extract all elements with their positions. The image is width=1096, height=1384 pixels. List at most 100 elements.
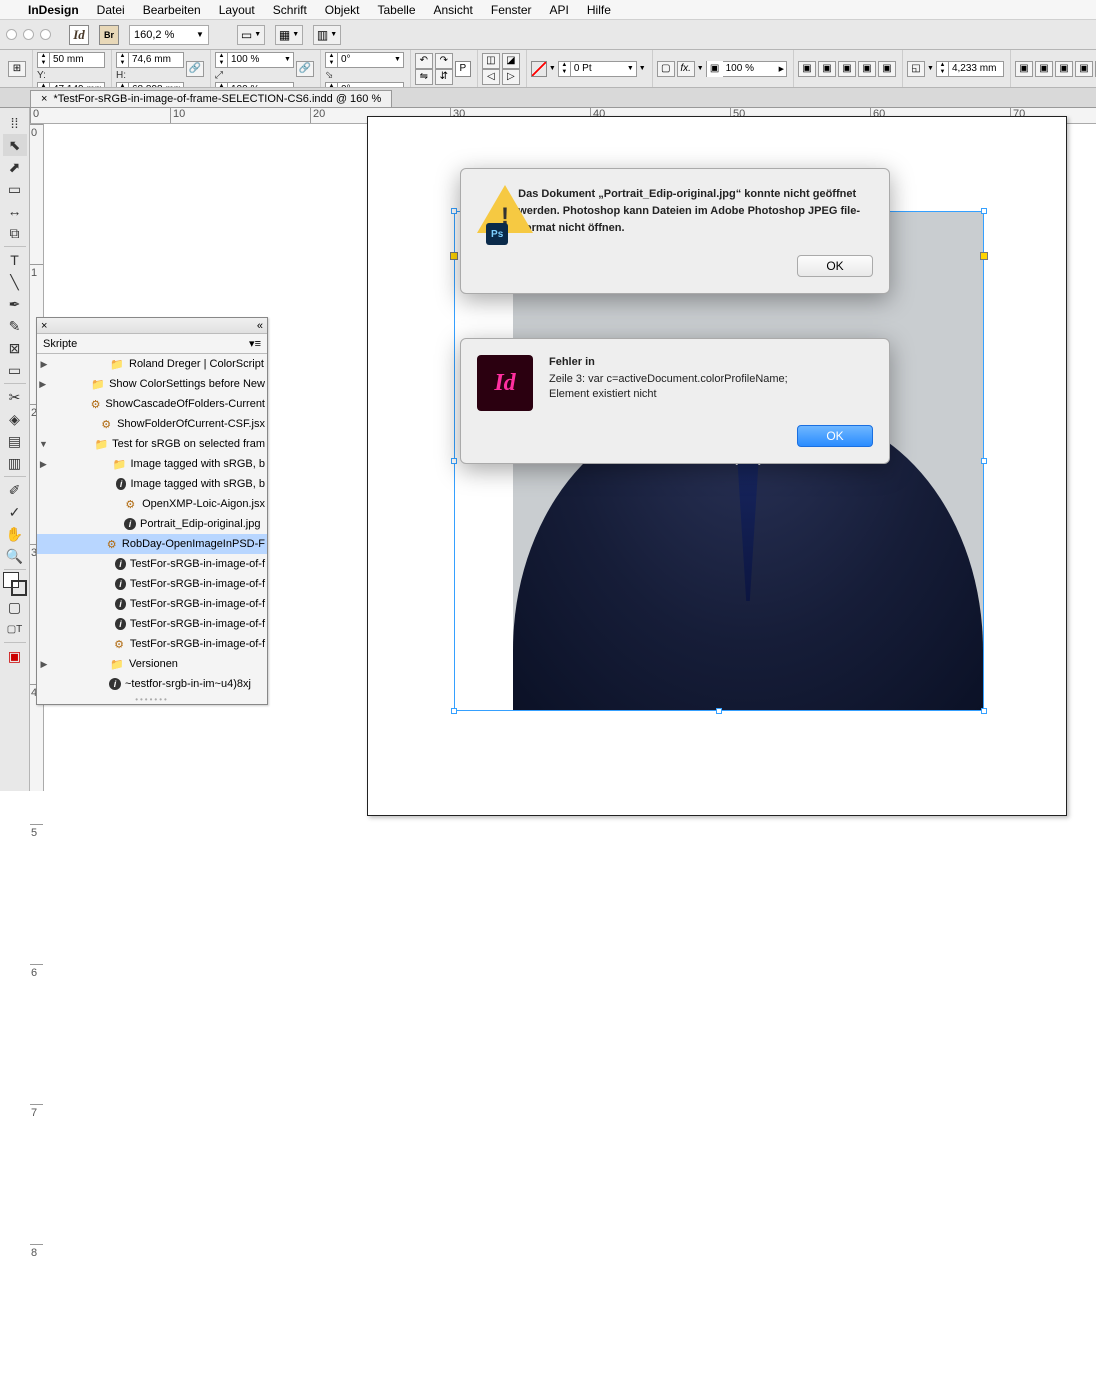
- dialog2-ok-button[interactable]: OK: [797, 425, 873, 447]
- script-row[interactable]: iTestFor-sRGB-in-image-of-f: [37, 594, 267, 614]
- format-text-button[interactable]: ▢T: [3, 618, 27, 640]
- reference-point-proxy[interactable]: ⊞: [8, 61, 26, 77]
- select-prev-button[interactable]: ◁: [482, 69, 500, 85]
- width-field[interactable]: ▲▼: [116, 52, 184, 68]
- app-name[interactable]: InDesign: [28, 3, 79, 17]
- scissors-tool[interactable]: ✂: [3, 386, 27, 408]
- opacity-field[interactable]: ▣▶: [706, 61, 787, 77]
- stroke-weight-field[interactable]: ▲▼▼: [558, 61, 637, 77]
- close-tab-icon[interactable]: ×: [41, 93, 47, 105]
- fx-drop-shadow-button[interactable]: ▢: [657, 61, 675, 77]
- panel-collapse-icon[interactable]: «: [257, 320, 263, 332]
- zoom-level-select[interactable]: ▼: [129, 25, 209, 45]
- script-row[interactable]: iTestFor-sRGB-in-image-of-f: [37, 554, 267, 574]
- script-row[interactable]: ⚙ShowCascadeOfFolders-Current: [37, 394, 267, 414]
- text-wrap-jump-next-button[interactable]: ▣: [878, 61, 896, 77]
- script-row[interactable]: ⚙ShowFolderOfCurrent-CSF.jsx: [37, 414, 267, 434]
- pencil-tool[interactable]: ✎: [3, 315, 27, 337]
- view-options-button[interactable]: ▭▼: [237, 25, 265, 45]
- x-field[interactable]: ▲▼: [37, 52, 105, 68]
- script-row[interactable]: iTestFor-sRGB-in-image-of-f: [37, 574, 267, 594]
- panel-menu-icon[interactable]: ▾≡: [249, 337, 261, 350]
- pen-tool[interactable]: ✒: [3, 293, 27, 315]
- disclosure-triangle-icon[interactable]: ▶: [39, 359, 49, 370]
- toolbox-grip-icon[interactable]: ⁞⁞: [3, 112, 27, 134]
- hand-tool[interactable]: ✋: [3, 523, 27, 545]
- corner-options-button[interactable]: ◱: [907, 61, 925, 77]
- selection-tool[interactable]: ⬉: [3, 134, 27, 156]
- menu-bearbeiten[interactable]: Bearbeiten: [143, 3, 201, 17]
- dialog1-ok-button[interactable]: OK: [797, 255, 873, 277]
- arrange-documents-button[interactable]: ▥▼: [313, 25, 341, 45]
- rectangle-tool[interactable]: ▭: [3, 359, 27, 381]
- constrain-scale-icon[interactable]: 🔗: [296, 61, 314, 77]
- note-tool[interactable]: ✐: [3, 479, 27, 501]
- zoom-tool[interactable]: 🔍: [3, 545, 27, 567]
- fit-content-button[interactable]: ▣: [1015, 61, 1033, 77]
- menu-api[interactable]: API: [550, 3, 569, 17]
- disclosure-triangle-icon[interactable]: ▶: [39, 379, 46, 390]
- rotate-cw-button[interactable]: ↷: [435, 53, 453, 69]
- constrain-wh-icon[interactable]: 🔗: [186, 61, 204, 77]
- disclosure-triangle-icon[interactable]: ▶: [39, 659, 49, 670]
- select-next-button[interactable]: ▷: [502, 69, 520, 85]
- select-content-button[interactable]: ◪: [502, 53, 520, 69]
- bridge-button[interactable]: Br: [99, 25, 119, 45]
- script-row[interactable]: ⚙RobDay-OpenImageInPSD-F: [37, 534, 267, 554]
- select-container-button[interactable]: ◫: [482, 53, 500, 69]
- script-row[interactable]: iImage tagged with sRGB, b: [37, 474, 267, 494]
- scale-x-field[interactable]: ▲▼▼: [215, 52, 294, 68]
- script-tree[interactable]: ▶📁Roland Dreger | ColorScript▶📁Show Colo…: [37, 354, 267, 694]
- text-wrap-none-button[interactable]: ▣: [798, 61, 816, 77]
- flip-v-button[interactable]: ⇵: [435, 69, 453, 85]
- script-row[interactable]: i~testfor-srgb-in-im~u4)8xj: [37, 674, 267, 694]
- page-tool[interactable]: ▭: [3, 178, 27, 200]
- free-transform-tool[interactable]: ◈: [3, 408, 27, 430]
- script-row[interactable]: ▶📁Versionen: [37, 654, 267, 674]
- rectangle-frame-tool[interactable]: ⊠: [3, 337, 27, 359]
- script-row[interactable]: ▼📁Test for sRGB on selected fram: [37, 434, 267, 454]
- menu-objekt[interactable]: Objekt: [325, 3, 360, 17]
- disclosure-triangle-icon[interactable]: ▼: [39, 439, 48, 449]
- panel-resize-grip[interactable]: •••••••: [37, 694, 267, 704]
- scripts-panel[interactable]: ×« Skripte▾≡ ▶📁Roland Dreger | ColorScri…: [36, 317, 268, 705]
- fill-swatch[interactable]: [531, 61, 547, 77]
- script-row[interactable]: ⚙OpenXMP-Loic-Aigon.jsx: [37, 494, 267, 514]
- script-row[interactable]: ▶📁Show ColorSettings before New: [37, 374, 267, 394]
- menu-layout[interactable]: Layout: [219, 3, 255, 17]
- rotation-field[interactable]: ▲▼▼: [325, 52, 404, 68]
- zoom-input[interactable]: [130, 26, 192, 44]
- flip-h-button[interactable]: ⇋: [415, 69, 433, 85]
- fit-frame-button[interactable]: ▣: [1035, 61, 1053, 77]
- document-tab[interactable]: × *TestFor-sRGB-in-image-of-frame-SELECT…: [30, 90, 392, 107]
- script-row[interactable]: iPortrait_Edip-original.jpg: [37, 514, 267, 534]
- text-wrap-jump-button[interactable]: ▣: [858, 61, 876, 77]
- gradient-feather-tool[interactable]: ▥: [3, 452, 27, 474]
- direct-selection-tool[interactable]: ⬈: [3, 156, 27, 178]
- script-row[interactable]: iTestFor-sRGB-in-image-of-f: [37, 614, 267, 634]
- eyedropper-tool[interactable]: ✓: [3, 501, 27, 523]
- script-row[interactable]: ⚙TestFor-sRGB-in-image-of-f: [37, 634, 267, 654]
- text-wrap-bbox-button[interactable]: ▣: [818, 61, 836, 77]
- menu-schrift[interactable]: Schrift: [273, 3, 307, 17]
- menu-hilfe[interactable]: Hilfe: [587, 3, 611, 17]
- screen-mode-normal[interactable]: ▣: [3, 645, 27, 667]
- panel-close-icon[interactable]: ×: [41, 320, 47, 332]
- gap-tool[interactable]: ↔: [3, 200, 27, 222]
- gradient-swatch-tool[interactable]: ▤: [3, 430, 27, 452]
- rotate-ccw-button[interactable]: ↶: [415, 53, 433, 69]
- corner-radius-field[interactable]: ▲▼: [936, 61, 1004, 77]
- type-tool[interactable]: T: [3, 249, 27, 271]
- fit-prop-button[interactable]: ▣: [1075, 61, 1093, 77]
- script-row[interactable]: ▶📁Roland Dreger | ColorScript: [37, 354, 267, 374]
- format-container-button[interactable]: ▢: [3, 596, 27, 618]
- content-collector-tool[interactable]: ⧉: [3, 222, 27, 244]
- script-row[interactable]: ▶📁Image tagged with sRGB, b: [37, 454, 267, 474]
- menu-ansicht[interactable]: Ansicht: [434, 3, 473, 17]
- fx-button[interactable]: fx.: [677, 61, 695, 77]
- menu-fenster[interactable]: Fenster: [491, 3, 532, 17]
- center-content-button[interactable]: ▣: [1055, 61, 1073, 77]
- menu-datei[interactable]: Datei: [97, 3, 125, 17]
- menu-tabelle[interactable]: Tabelle: [377, 3, 415, 17]
- fill-stroke-swatch[interactable]: [3, 572, 27, 596]
